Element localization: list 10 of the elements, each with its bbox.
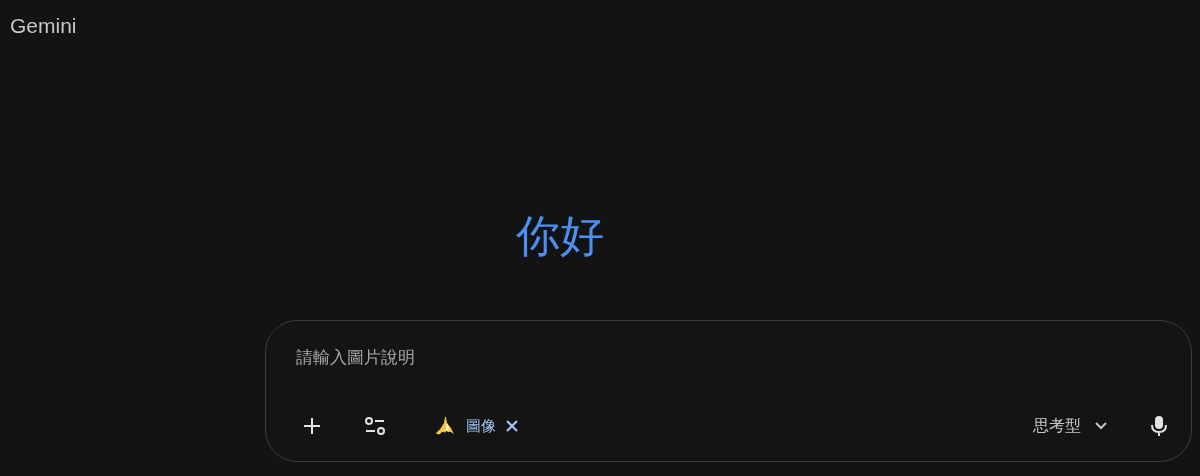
prompt-input[interactable]: 請輸入圖片說明 [296, 343, 896, 371]
greeting: 你好 [516, 210, 604, 262]
caret-icon [1095, 422, 1107, 430]
close-icon[interactable] [506, 420, 518, 432]
plus-icon [302, 416, 322, 436]
app-title: Gemini [10, 14, 77, 37]
tool-chip-label[interactable]: 圖像 [466, 416, 496, 436]
sliders-icon [364, 417, 386, 435]
microphone-icon [1151, 415, 1167, 437]
mode-dropdown[interactable]: 思考型 [1025, 411, 1115, 441]
